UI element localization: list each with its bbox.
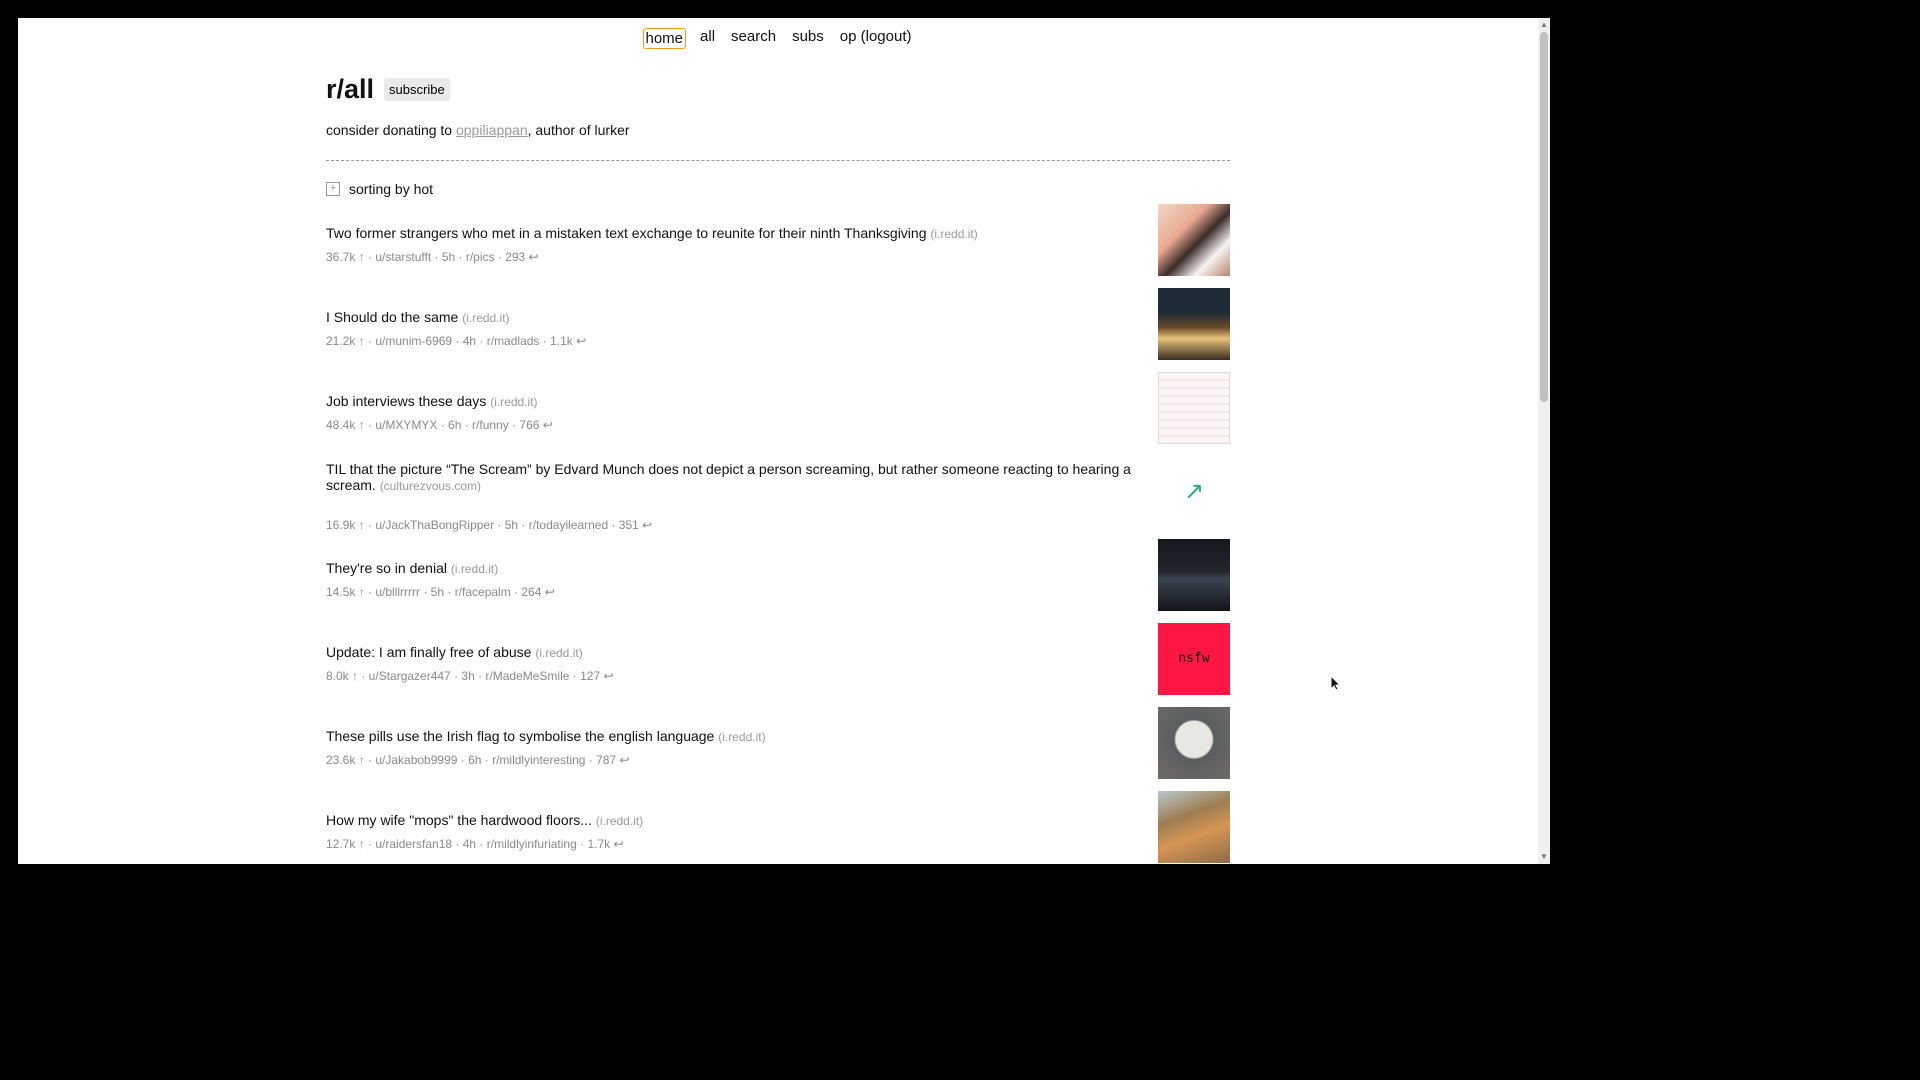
post-meta: 48.4k ↑ · u/MXYMYX · 6h · r/funny · 766 … [326, 418, 553, 432]
post-meta: 36.7k ↑ · u/starstufft · 5h · r/pics · 2… [326, 250, 539, 264]
post-title[interactable]: How my wife "mops" the hardwood floors..… [326, 812, 1136, 829]
scrollbar-thumb[interactable] [1540, 32, 1548, 402]
nav-subs[interactable]: subs [790, 28, 826, 49]
post-domain: (i.redd.it) [490, 395, 538, 409]
post-domain: (culturezvous.com) [379, 479, 482, 493]
post-meta: 23.6k ↑ · u/Jakabob9999 · 6h · r/mildlyi… [326, 753, 630, 767]
post-item: I Should do the same (i.redd.it) 21.2k ↑… [326, 288, 1230, 378]
sort-control[interactable]: + sorting by hot [326, 181, 433, 197]
post-thumbnail[interactable] [1158, 791, 1230, 863]
post-title[interactable]: They're so in denial (i.redd.it) [326, 560, 1136, 577]
post-meta: 16.9k ↑ · u/JackThaBongRipper · 5h · r/t… [326, 518, 653, 532]
post-domain: (i.redd.it) [450, 562, 499, 576]
post-title[interactable]: I Should do the same (i.redd.it) [326, 309, 1136, 326]
plus-box-icon[interactable]: + [326, 182, 340, 196]
post-thumbnail[interactable] [1158, 539, 1230, 611]
subscribe-button[interactable]: subscribe [384, 78, 450, 101]
donate-suffix: , author of lurker [527, 122, 630, 138]
post-item: They're so in denial (i.redd.it) 14.5k ↑… [326, 539, 1230, 629]
post-title[interactable]: Update: I am finally free of abuse (i.re… [326, 644, 1136, 661]
post-title-text[interactable]: How my wife "mops" the hardwood floors..… [326, 812, 592, 828]
post-domain: (i.redd.it) [718, 730, 766, 744]
post-meta: 14.5k ↑ · u/blllrrrrr · 5h · r/facepalm … [326, 585, 555, 599]
sort-label: sorting by hot [349, 181, 434, 197]
scroll-down-icon[interactable]: ▼ [1540, 852, 1548, 862]
mouse-cursor [1330, 674, 1342, 691]
vertical-scrollbar[interactable]: ▲ ▼ [1538, 18, 1550, 864]
post-item: These pills use the Irish flag to symbol… [326, 707, 1230, 797]
external-link-icon[interactable]: ↗ [1158, 456, 1230, 528]
post-domain: (i.redd.it) [595, 814, 644, 828]
post-domain: (i.redd.it) [462, 311, 510, 325]
page-title: r/all [326, 74, 375, 104]
post-item: TIL that the picture “The Scream” by Edv… [326, 456, 1230, 546]
nav-home[interactable]: home [642, 28, 687, 49]
post-title-text[interactable]: These pills use the Irish flag to symbol… [326, 728, 714, 744]
post-title-text[interactable]: Update: I am finally free of abuse [326, 644, 531, 660]
subreddit-header: r/all subscribe [326, 74, 450, 105]
post-meta: 12.7k ↑ · u/raidersfan18 · 4h · r/mildly… [326, 837, 624, 851]
post-title-text[interactable]: I Should do the same [326, 309, 458, 325]
post-item: Update: I am finally free of abuse (i.re… [326, 623, 1230, 713]
post-thumbnail[interactable] [1158, 288, 1230, 360]
post-title[interactable]: Two former strangers who met in a mistak… [326, 225, 1136, 242]
browser-viewport: home all search subs op (logout) r/all s… [18, 18, 1538, 864]
donate-message: consider donating to oppiliappan, author… [326, 122, 630, 138]
post-domain: (i.redd.it) [535, 646, 583, 660]
post-thumbnail[interactable] [1158, 372, 1230, 444]
nsfw-thumbnail[interactable]: nsfw [1158, 623, 1230, 695]
divider [326, 160, 1230, 161]
post-title[interactable]: Job interviews these days (i.redd.it) [326, 393, 1136, 410]
post-title[interactable]: TIL that the picture “The Scream” by Edv… [326, 461, 1136, 494]
post-title-text[interactable]: They're so in denial [326, 560, 447, 576]
nav-search[interactable]: search [729, 28, 778, 49]
post-item: Job interviews these days (i.redd.it) 48… [326, 372, 1230, 462]
post-meta: 8.0k ↑ · u/Stargazer447 · 3h · r/MadeMeS… [326, 669, 614, 683]
post-item: How my wife "mops" the hardwood floors..… [326, 791, 1230, 864]
post-domain: (i.redd.it) [930, 227, 978, 241]
scroll-up-icon[interactable]: ▲ [1540, 20, 1548, 30]
post-meta: 21.2k ↑ · u/munim-6969 · 4h · r/madlads … [326, 334, 587, 348]
post-thumbnail[interactable] [1158, 707, 1230, 779]
top-nav: home all search subs op (logout) [18, 28, 1538, 49]
nav-all[interactable]: all [698, 28, 717, 49]
post-title-text[interactable]: Job interviews these days [326, 393, 486, 409]
nav-user-logout[interactable]: op (logout) [838, 28, 914, 49]
donate-prefix: consider donating to [326, 122, 456, 138]
author-link[interactable]: oppiliappan [456, 122, 528, 138]
post-thumbnail[interactable] [1158, 204, 1230, 276]
post-title[interactable]: These pills use the Irish flag to symbol… [326, 728, 1136, 745]
post-item: Two former strangers who met in a mistak… [326, 204, 1230, 294]
post-title-text[interactable]: Two former strangers who met in a mistak… [326, 225, 926, 241]
